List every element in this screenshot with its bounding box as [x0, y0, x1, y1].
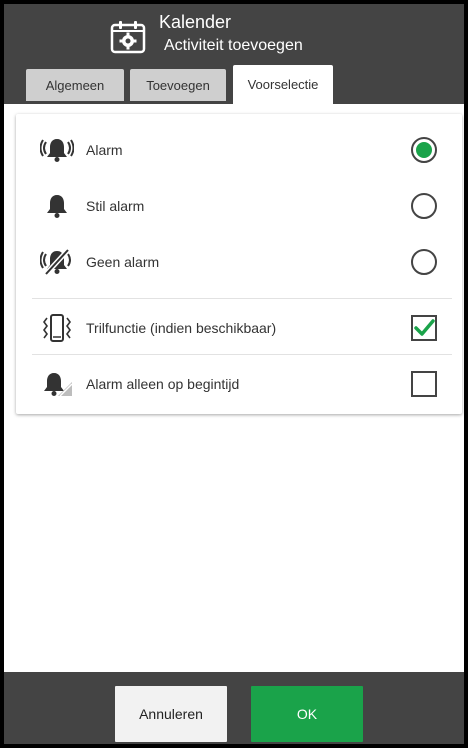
- option-geen-alarm[interactable]: Geen alarm: [16, 234, 462, 290]
- option-trilfunctie-label: Trilfunctie (indien beschikbaar): [86, 320, 277, 336]
- option-stil-alarm[interactable]: Stil alarm: [16, 178, 462, 234]
- vibrate-phone-icon: [43, 314, 71, 342]
- option-stil-alarm-label: Stil alarm: [86, 198, 145, 214]
- divider: [32, 354, 452, 355]
- checkbox-alarm-begintijd[interactable]: [410, 370, 438, 398]
- option-alarm-begintijd-label: Alarm alleen op begintijd: [86, 376, 240, 392]
- cancel-button[interactable]: Annuleren: [115, 686, 227, 742]
- app-header: Kalender Activiteit toevoegen Algemeen T…: [4, 4, 464, 104]
- option-alarm-label: Alarm: [86, 142, 123, 158]
- bell-start-icon: [44, 373, 73, 397]
- option-alarm[interactable]: Alarm: [16, 122, 462, 178]
- option-geen-alarm-label: Geen alarm: [86, 254, 160, 270]
- tab-algemeen[interactable]: Algemeen: [26, 69, 124, 101]
- ringing-bell-icon: [40, 139, 74, 162]
- bell-off-icon: [40, 248, 71, 276]
- footer-bar: Annuleren OK: [4, 672, 464, 744]
- radio-alarm[interactable]: [410, 136, 438, 164]
- ok-button[interactable]: OK: [251, 686, 363, 742]
- radio-geen-alarm[interactable]: [410, 248, 438, 276]
- divider: [32, 298, 452, 299]
- app-title: Kalender: [159, 12, 232, 32]
- option-alarm-begintijd[interactable]: Alarm alleen op begintijd: [16, 356, 462, 412]
- option-trilfunctie[interactable]: Trilfunctie (indien beschikbaar): [16, 300, 462, 356]
- radio-stil-alarm[interactable]: [410, 192, 438, 220]
- checkbox-trilfunctie[interactable]: [410, 314, 438, 342]
- tab-voorselectie[interactable]: Voorselectie: [233, 65, 333, 104]
- screen: Kalender Activiteit toevoegen Algemeen T…: [4, 4, 464, 744]
- options-card: Alarm Stil alarm Geen alarm Trilfunctie …: [16, 114, 462, 414]
- app-subtitle: Activiteit toevoegen: [164, 37, 303, 54]
- bell-icon: [47, 195, 67, 218]
- tab-toevoegen[interactable]: Toevoegen: [130, 69, 226, 101]
- calendar-gear-icon: [110, 21, 146, 54]
